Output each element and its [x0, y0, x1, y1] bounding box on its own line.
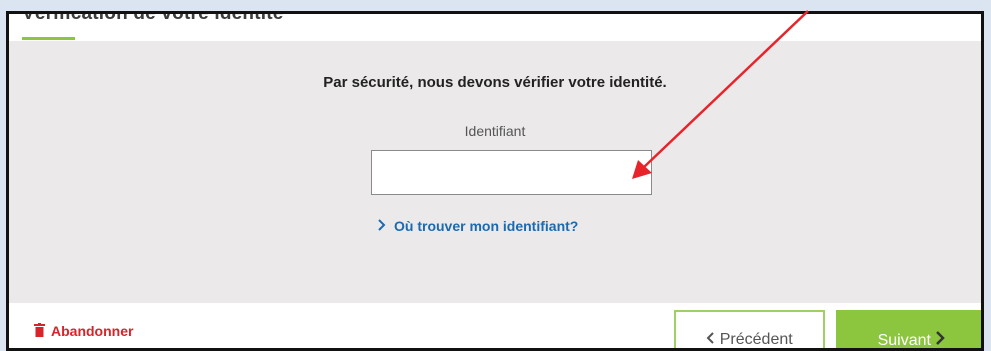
previous-button[interactable]: Précédent — [674, 310, 825, 348]
next-button[interactable]: Suivant — [836, 310, 981, 349]
previous-label: Précédent — [719, 330, 793, 348]
abandon-button[interactable]: Abandonner — [34, 323, 133, 340]
chevron-left-icon — [706, 331, 719, 348]
identity-verification-panel: Vérification de votre identité Par sécur… — [6, 11, 984, 351]
chevron-right-icon — [935, 331, 946, 348]
security-message: Par sécurité, nous devons vérifier votre… — [323, 74, 667, 91]
find-identifier-link[interactable]: Où trouver mon identifiant? — [377, 218, 578, 234]
identifier-input[interactable] — [371, 150, 652, 195]
trash-icon — [34, 323, 45, 340]
page-title: Vérification de votre identité — [22, 11, 284, 24]
identifier-label: Identifiant — [464, 123, 526, 139]
next-label: Suivant — [877, 332, 931, 349]
chevron-right-icon — [377, 218, 386, 234]
abandon-label: Abandonner — [51, 323, 134, 339]
find-identifier-link-label: Où trouver mon identifiant? — [394, 218, 579, 234]
title-underline — [22, 37, 75, 40]
